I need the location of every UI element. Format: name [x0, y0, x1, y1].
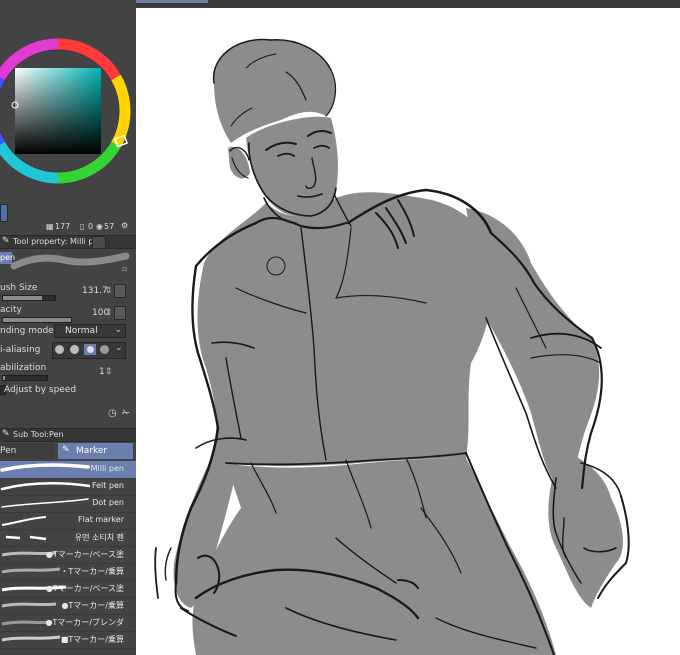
- left-panel: ▦ 177 ▯ 0 ◉ 57 ⚙ ✎ Tool property: Milli …: [0, 0, 136, 655]
- brush-size-slider-fill: [3, 296, 42, 300]
- brush-stroke-icon: [0, 463, 90, 472]
- brush-item-milli-pen[interactable]: Milli pen: [0, 461, 136, 479]
- aa-medium-dot: [87, 346, 94, 353]
- wrench-icon[interactable]: ✁: [122, 408, 130, 419]
- canvas-area[interactable]: [136, 0, 680, 655]
- canvas-tab-bar: [136, 0, 680, 8]
- sub-tool-title: Sub Tool:Pen: [13, 430, 64, 439]
- brush-item-tmarker-multiply-3[interactable]: ■Tマーカー/乗算: [0, 631, 136, 649]
- brush-size-label: ush Size: [0, 283, 38, 293]
- settings-icon[interactable]: ⚙: [121, 221, 128, 230]
- active-canvas-tab[interactable]: [136, 0, 208, 3]
- drawing-canvas[interactable]: [136, 8, 680, 655]
- brush-list: Milli pen Felt pen Dot pen Flat marker 유…: [0, 461, 136, 655]
- stabilization-slider-fill: [3, 376, 5, 380]
- lock-icon[interactable]: ▫: [122, 264, 127, 273]
- color-wheel-panel: ▦ 177 ▯ 0 ◉ 57 ⚙: [0, 0, 136, 231]
- pen-tool-icon: ✎: [2, 236, 10, 246]
- brush-size-row: ush Size 131.7 ⇕: [0, 282, 136, 304]
- tab-marker[interactable]: ✎ Marker: [58, 443, 133, 459]
- aa-none-icon[interactable]: [55, 345, 64, 354]
- brush-preview: pen ▫: [0, 250, 136, 278]
- brush-item-tmarker-multiply-1[interactable]: ・Tマーカー/乗算: [0, 563, 136, 581]
- tool-property-title: Tool property: Milli pen: [13, 237, 104, 246]
- eye-icon: ◉: [96, 222, 103, 231]
- panel-tab-icon[interactable]: [92, 236, 106, 249]
- stat-count: 57: [104, 222, 115, 231]
- brush-size-spinner[interactable]: ⇕: [104, 285, 113, 297]
- stat-layers: 177: [55, 222, 71, 231]
- aa-weak-icon[interactable]: [70, 345, 79, 354]
- brush-stroke-icon: [0, 482, 90, 491]
- brush-item-tmarker-base-1[interactable]: ●Tマーカー/ベース塗: [0, 546, 136, 564]
- antialiasing-options[interactable]: ⌄: [52, 342, 126, 359]
- blending-mode-dropdown[interactable]: Normal ⌄: [54, 324, 126, 338]
- stat-selected: 0: [88, 222, 94, 231]
- brush-item-tmarker-base-2[interactable]: ●Tマーカー/ベース塗: [0, 580, 136, 598]
- opacity-pressure-button[interactable]: [114, 306, 126, 320]
- chevron-down-icon: ⌄: [114, 325, 122, 335]
- opacity-slider-fill: [3, 318, 71, 322]
- blending-mode-label: nding mode: [0, 326, 54, 336]
- chevron-down-icon[interactable]: ⌄: [115, 343, 123, 353]
- color-wheel[interactable]: [0, 0, 136, 200]
- brush-item-dot-pen[interactable]: Dot pen: [0, 495, 136, 513]
- brush-size-pressure-button[interactable]: [114, 284, 126, 298]
- stabilization-spinner[interactable]: ⇕: [104, 366, 113, 378]
- stabilization-slider[interactable]: [2, 375, 48, 381]
- figure-sketch: [154, 38, 630, 655]
- tool-property-footer: ◷ ✁: [0, 406, 136, 422]
- blending-mode-value: Normal: [65, 326, 98, 336]
- brush-stroke-preview: [10, 252, 130, 270]
- sub-tool-icon: ✎: [2, 429, 10, 439]
- blending-mode-row: nding mode Normal ⌄: [0, 323, 136, 339]
- marker-icon: ✎: [62, 445, 70, 455]
- tool-property-header: ✎ Tool property: Milli pen: [0, 235, 136, 249]
- brush-stroke-icon: [1, 498, 89, 508]
- reset-icon[interactable]: ◷: [108, 408, 117, 419]
- brush-item-korean-pen[interactable]: 유떤 소티치 펜: [0, 529, 136, 547]
- layers-icon: ▦: [46, 222, 54, 231]
- sub-tool-tabs: Pen ✎ Marker: [0, 443, 136, 460]
- brush-stroke-icon: [1, 516, 47, 526]
- brush-item-tmarker-multiply-2[interactable]: ●Tマーカー/乗算: [0, 597, 136, 615]
- brush-item-tmarker-blender[interactable]: ●Tマーカー/ブレンダ: [0, 614, 136, 632]
- stabilization-label: abilization: [0, 363, 47, 373]
- tab-pen[interactable]: Pen: [0, 443, 54, 459]
- adjust-speed-label: Adjust by speed: [4, 385, 77, 395]
- brush-size-slider[interactable]: [2, 295, 56, 301]
- stabilization-row: abilization 1 ⇕: [0, 362, 136, 382]
- opacity-label: acity: [0, 305, 22, 315]
- brush-item-flat-marker[interactable]: Flat marker: [0, 512, 136, 530]
- selected-icon: ▯: [80, 222, 85, 231]
- adjust-speed-row: Adjust by speed: [0, 383, 136, 397]
- sub-tool-header: ✎ Sub Tool:Pen: [0, 428, 136, 442]
- antialiasing-row: i-aliasing ⌄: [0, 341, 136, 359]
- antialiasing-label: i-aliasing: [0, 345, 41, 355]
- opacity-spinner[interactable]: ⇕: [104, 307, 113, 319]
- aa-strong-icon[interactable]: [100, 345, 109, 354]
- color-mode-button[interactable]: [0, 204, 8, 222]
- brush-item-felt-pen[interactable]: Felt pen: [0, 478, 136, 496]
